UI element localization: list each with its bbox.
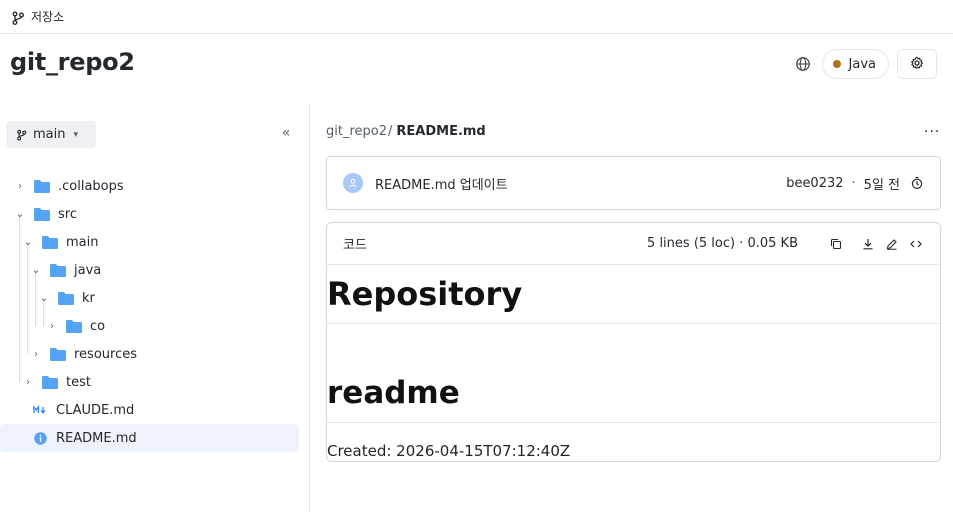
code-view-icon[interactable]	[908, 236, 924, 252]
tree-item-co[interactable]: › co	[0, 312, 299, 340]
markdown-icon	[33, 403, 47, 417]
tree-item-label: src	[58, 206, 77, 222]
header-actions: Java	[794, 49, 937, 79]
repo-title: git_repo2	[10, 48, 135, 76]
tree-item-claude-md[interactable]: CLAUDE.md	[0, 396, 299, 424]
file-tree: › .collabops ⌄ src ⌄ main ⌄ java ⌄ kr › …	[0, 172, 299, 452]
tree-item-readme-md[interactable]: README.md	[0, 424, 299, 452]
tree-item-label: main	[66, 234, 99, 250]
language-badge: Java	[821, 49, 889, 79]
branch-icon	[16, 129, 27, 141]
markdown-preview: Repository readme Created: 2026-04-15T07…	[327, 265, 940, 461]
chevron-down-icon: ⌄	[23, 236, 33, 248]
folder-icon	[50, 263, 66, 277]
file-meta: 5 lines (5 loc) · 0.05 KB	[647, 236, 798, 251]
copy-icon[interactable]	[828, 236, 844, 252]
folder-icon	[42, 375, 58, 389]
folder-icon	[34, 179, 50, 193]
more-options-button[interactable]: ···	[924, 124, 940, 140]
tab-code[interactable]: 코드	[343, 234, 367, 253]
tree-item-resources[interactable]: › resources	[0, 340, 299, 368]
collapse-sidebar-button[interactable]: «	[277, 124, 295, 142]
tree-item-label: test	[66, 374, 91, 390]
tree-item-main[interactable]: ⌄ main	[0, 228, 299, 256]
tree-item-label: resources	[74, 346, 138, 362]
language-label: Java	[848, 56, 876, 72]
chevron-right-icon: ›	[50, 320, 54, 332]
tree-item-label: kr	[82, 290, 95, 306]
folder-icon	[58, 291, 74, 305]
tree-item-label: README.md	[56, 430, 137, 446]
folder-icon	[66, 319, 82, 333]
language-color-dot	[832, 60, 841, 68]
chevron-down-icon: ▾	[73, 129, 79, 140]
history-icon[interactable]	[910, 176, 924, 190]
folder-icon	[50, 347, 66, 361]
commit-time: 5일 전	[863, 177, 900, 193]
chevron-right-icon: ›	[18, 180, 22, 192]
branch-name: main	[33, 127, 66, 142]
readme-paragraph: Created: 2026-04-15T07:12:40Z	[327, 442, 571, 460]
info-icon	[33, 431, 47, 445]
tree-item-src[interactable]: ⌄ src	[0, 200, 299, 228]
edit-icon[interactable]	[884, 236, 900, 252]
tree-item-label: java	[74, 262, 102, 278]
breadcrumb: git_repo2/README.md	[326, 124, 486, 139]
chevron-down-icon: ⌄	[15, 208, 25, 220]
tree-item-label: CLAUDE.md	[56, 402, 135, 418]
folder-icon	[42, 235, 58, 249]
commit-author[interactable]: bee0232	[786, 176, 843, 191]
top-bar: 저장소	[0, 0, 953, 34]
tree-item-java[interactable]: ⌄ java	[0, 256, 299, 284]
tree-item-test[interactable]: › test	[0, 368, 299, 396]
repository-nav-label[interactable]: 저장소	[31, 8, 64, 25]
file-header: 코드 5 lines (5 loc) · 0.05 KB	[327, 223, 940, 265]
folder-icon	[34, 207, 50, 221]
readme-heading-2: readme	[327, 364, 940, 423]
chevron-down-icon: ⌄	[39, 292, 49, 304]
chevron-down-icon: ⌄	[31, 264, 41, 276]
branch-icon	[11, 10, 25, 25]
breadcrumb-repo-link[interactable]: git_repo2	[326, 124, 387, 139]
avatar[interactable]	[343, 173, 363, 193]
globe-icon[interactable]	[794, 55, 812, 73]
breadcrumb-separator: /	[388, 124, 393, 139]
chevron-right-icon: ›	[34, 348, 38, 360]
readme-heading-1: Repository	[327, 265, 940, 324]
commit-message[interactable]: README.md 업데이트	[375, 174, 508, 193]
file-viewer: 코드 5 lines (5 loc) · 0.05 KB Repository …	[326, 222, 941, 462]
branch-selector[interactable]: main ▾	[6, 121, 96, 148]
commit-separator: ·	[851, 175, 856, 191]
sidebar-divider	[309, 104, 310, 512]
tree-item-kr[interactable]: ⌄ kr	[0, 284, 299, 312]
settings-button[interactable]	[897, 49, 937, 79]
tree-item-label: co	[90, 318, 106, 334]
breadcrumb-current-file: README.md	[396, 124, 486, 139]
gear-icon	[910, 55, 924, 74]
chevron-right-icon: ›	[26, 376, 30, 388]
tree-item-label: .collabops	[58, 178, 124, 194]
tree-item-collabops[interactable]: › .collabops	[0, 172, 299, 200]
latest-commit-bar: README.md 업데이트 bee0232 · 5일 전	[326, 156, 941, 210]
download-icon[interactable]	[860, 236, 876, 252]
